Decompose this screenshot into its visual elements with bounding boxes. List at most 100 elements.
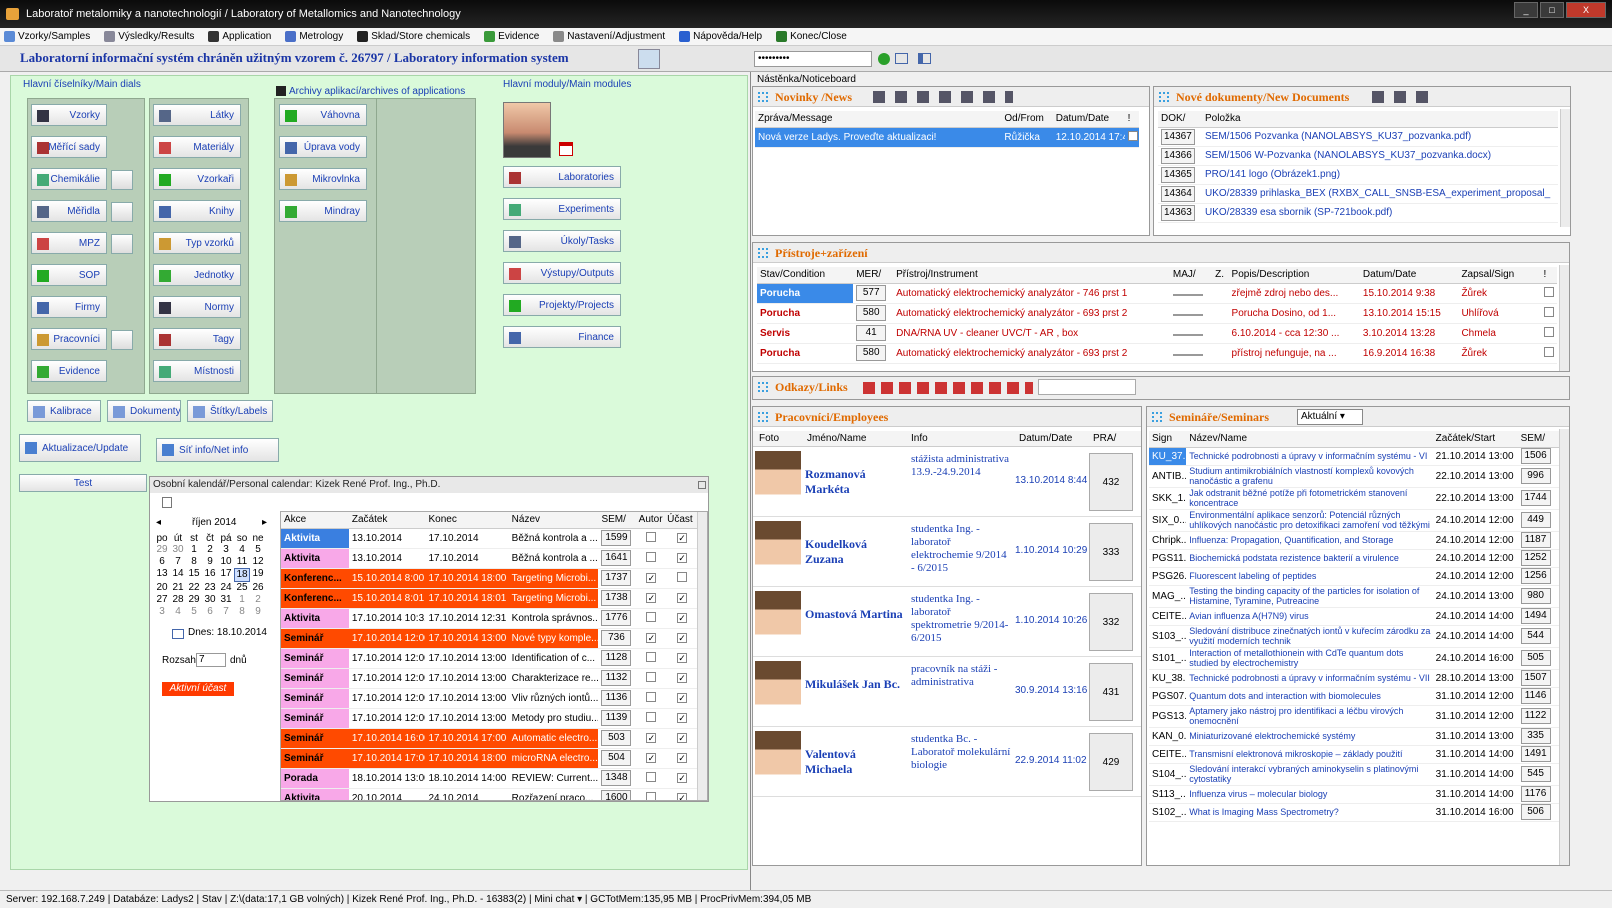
- update-button[interactable]: Aktualizace/Update: [19, 434, 141, 462]
- expand-icon[interactable]: [1152, 412, 1162, 422]
- documents-scrollbar[interactable]: [1560, 109, 1570, 227]
- seminar-number[interactable]: 1506: [1520, 448, 1551, 464]
- links-input[interactable]: [1038, 379, 1136, 395]
- column-header[interactable]: DOK/: [1158, 111, 1202, 128]
- calendar-row[interactable]: Seminář 17.10.2014 12:00 17.10.2014 13:00 C…: [281, 668, 697, 689]
- calendar-row[interactable]: Aktivita 17.10.2014 10:31 17.10.2014 12:31…: [281, 608, 697, 629]
- employee-number[interactable]: 429: [1089, 733, 1133, 791]
- seminar-number[interactable]: 1494: [1520, 608, 1551, 624]
- participation-checkbox[interactable]: ✓: [677, 552, 688, 563]
- today-label[interactable]: Dnes: 18.10.2014: [188, 627, 267, 638]
- dial-mpz-button[interactable]: MPZ: [31, 232, 107, 254]
- column-header[interactable]: PRA/: [1093, 433, 1116, 444]
- author-checkbox[interactable]: [646, 651, 657, 662]
- document-row[interactable]: 14367 SEM/1506 Pozvanka (NANOLABSYS_KU37_…: [1158, 127, 1558, 147]
- calendar-day[interactable]: 5: [186, 606, 202, 618]
- expand-icon[interactable]: [1159, 92, 1169, 102]
- author-checkbox[interactable]: ✓: [646, 632, 657, 643]
- instrument-row[interactable]: Porucha 580 Automatický elektrochemický an…: [757, 343, 1557, 364]
- dial-extra-icon[interactable]: [111, 330, 133, 350]
- dial-meridla-button[interactable]: Měřidla: [31, 200, 107, 222]
- test-button[interactable]: Test: [19, 474, 147, 492]
- seminar-row[interactable]: S113_... Influenza virus – molecular biol…: [1149, 785, 1559, 804]
- seminar-filter-select[interactable]: Aktuální ▾: [1297, 409, 1363, 425]
- archive-mindray-button[interactable]: Mindray: [279, 200, 367, 222]
- sem-number[interactable]: 1136: [601, 690, 632, 706]
- doc-id[interactable]: 14363: [1161, 204, 1195, 221]
- seminar-name[interactable]: Influenza: Propagation, Quantification, …: [1189, 535, 1432, 545]
- news-toolbar-icons[interactable]: [873, 91, 1013, 103]
- seminar-name[interactable]: Quantum dots and interaction with biomol…: [1189, 691, 1432, 701]
- seminar-number[interactable]: 449: [1520, 512, 1551, 528]
- employee-row[interactable]: Rozmanová Markéta stážista administrativa…: [753, 449, 1141, 517]
- calendar-row[interactable]: Seminář 17.10.2014 12:00 17.10.2014 13:00 V…: [281, 688, 697, 709]
- calendar-day[interactable]: 3: [218, 544, 234, 556]
- instrument-row[interactable]: Porucha 580 Automatický elektrochemický an…: [757, 303, 1557, 324]
- seminar-row[interactable]: PGS07...Quantum dots and interaction wit…: [1149, 687, 1559, 706]
- author-checkbox[interactable]: ✓: [646, 592, 657, 603]
- participation-checkbox[interactable]: ✓: [677, 752, 688, 763]
- seminars-scrollbar[interactable]: [1559, 429, 1569, 865]
- seminar-row[interactable]: SKK_1...Jak odstranit běžné potíže při f…: [1149, 487, 1559, 510]
- menu-vzorky-samples[interactable]: Vzorky/Samples: [0, 28, 100, 45]
- dial-mistnosti-button[interactable]: Místnosti: [153, 360, 241, 382]
- mer-number[interactable]: 580: [856, 305, 887, 321]
- sem-number[interactable]: 1348: [601, 770, 632, 786]
- flag-checkbox[interactable]: [1543, 346, 1554, 357]
- calendar-day[interactable]: 19: [250, 568, 266, 582]
- participation-checkbox[interactable]: ✓: [677, 792, 688, 800]
- archive-vahovna-button[interactable]: Váhovna: [279, 104, 367, 126]
- author-checkbox[interactable]: [646, 531, 657, 542]
- seminar-number[interactable]: 980: [1520, 588, 1551, 604]
- calendar-row[interactable]: Seminář 17.10.2014 12:00 17.10.2014 13:00 I…: [281, 648, 697, 669]
- archive-uprava-vody-button[interactable]: Úprava vody: [279, 136, 367, 158]
- participation-checkbox[interactable]: ✓: [677, 532, 688, 543]
- author-checkbox[interactable]: ✓: [646, 732, 657, 743]
- menu-napoveda-help[interactable]: Nápověda/Help: [675, 28, 772, 45]
- calendar-day[interactable]: 22: [186, 582, 202, 594]
- password-field[interactable]: •••••••••: [754, 51, 872, 67]
- dial-merici-sady-button[interactable]: Měřící sady: [31, 136, 107, 158]
- calendar-day[interactable]: 9: [250, 606, 266, 618]
- calendar-day[interactable]: 21: [170, 582, 186, 594]
- calendar-day[interactable]: 1: [186, 544, 202, 556]
- sem-number[interactable]: 1737: [601, 570, 632, 586]
- calendar-day[interactable]: 7: [218, 606, 234, 618]
- dial-knihy-button[interactable]: Knihy: [153, 200, 241, 222]
- calendar-day[interactable]: 8: [234, 606, 250, 618]
- employee-number[interactable]: 332: [1089, 593, 1133, 651]
- dial-pracovnici-button[interactable]: Pracovníci: [31, 328, 107, 350]
- calendar-day[interactable]: 8: [186, 556, 202, 568]
- seminar-number[interactable]: 1252: [1520, 550, 1551, 566]
- calendar-day[interactable]: 16: [202, 568, 218, 582]
- calendar-day[interactable]: 12: [250, 556, 266, 568]
- expand-icon[interactable]: [758, 382, 768, 392]
- column-header[interactable]: Stav/Condition: [757, 267, 854, 284]
- calendar-row[interactable]: Aktivita 20.10.2014 24.10.2014 Rozřazení pr…: [281, 788, 697, 800]
- employee-number[interactable]: 431: [1089, 663, 1133, 721]
- calendar-day[interactable]: 31: [218, 594, 234, 606]
- instrument-row[interactable]: Porucha 577 Automatický elektrochemický an…: [757, 283, 1557, 304]
- employee-number[interactable]: 333: [1089, 523, 1133, 581]
- maximize-button[interactable]: □: [1540, 2, 1564, 18]
- sem-number[interactable]: 1738: [601, 590, 632, 606]
- seminar-name[interactable]: Jak odstranit běžné potíže při fotometri…: [1189, 488, 1432, 508]
- sem-number[interactable]: 504: [601, 750, 632, 766]
- sem-number[interactable]: 1641: [601, 550, 632, 566]
- calendar-day[interactable]: 24: [218, 582, 234, 594]
- kalibrace-button[interactable]: Kalibrace: [27, 400, 101, 422]
- dial-normy-button[interactable]: Normy: [153, 296, 241, 318]
- window-icon[interactable]: [895, 53, 908, 64]
- dial-vzorky-button[interactable]: Vzorky: [31, 104, 107, 126]
- seminar-row[interactable]: KU_37...Technické podrobnosti a úpravy v…: [1149, 447, 1559, 466]
- expand-icon[interactable]: [758, 412, 768, 422]
- docs-toolbar-icons[interactable]: [1372, 91, 1432, 103]
- doc-id[interactable]: 14365: [1161, 166, 1195, 183]
- module-projekty-projects-button[interactable]: Projekty/Projects: [503, 294, 621, 316]
- module-vystupy-outputs-button[interactable]: Výstupy/Outputs: [503, 262, 621, 284]
- doc-id[interactable]: 14366: [1161, 147, 1195, 164]
- seminar-name[interactable]: Influenza virus – molecular biology: [1189, 789, 1432, 799]
- maj-box[interactable]: [1172, 333, 1203, 336]
- module-ukoly-tasks-button[interactable]: Úkoly/Tasks: [503, 230, 621, 252]
- participation-checkbox[interactable]: ✓: [677, 592, 688, 603]
